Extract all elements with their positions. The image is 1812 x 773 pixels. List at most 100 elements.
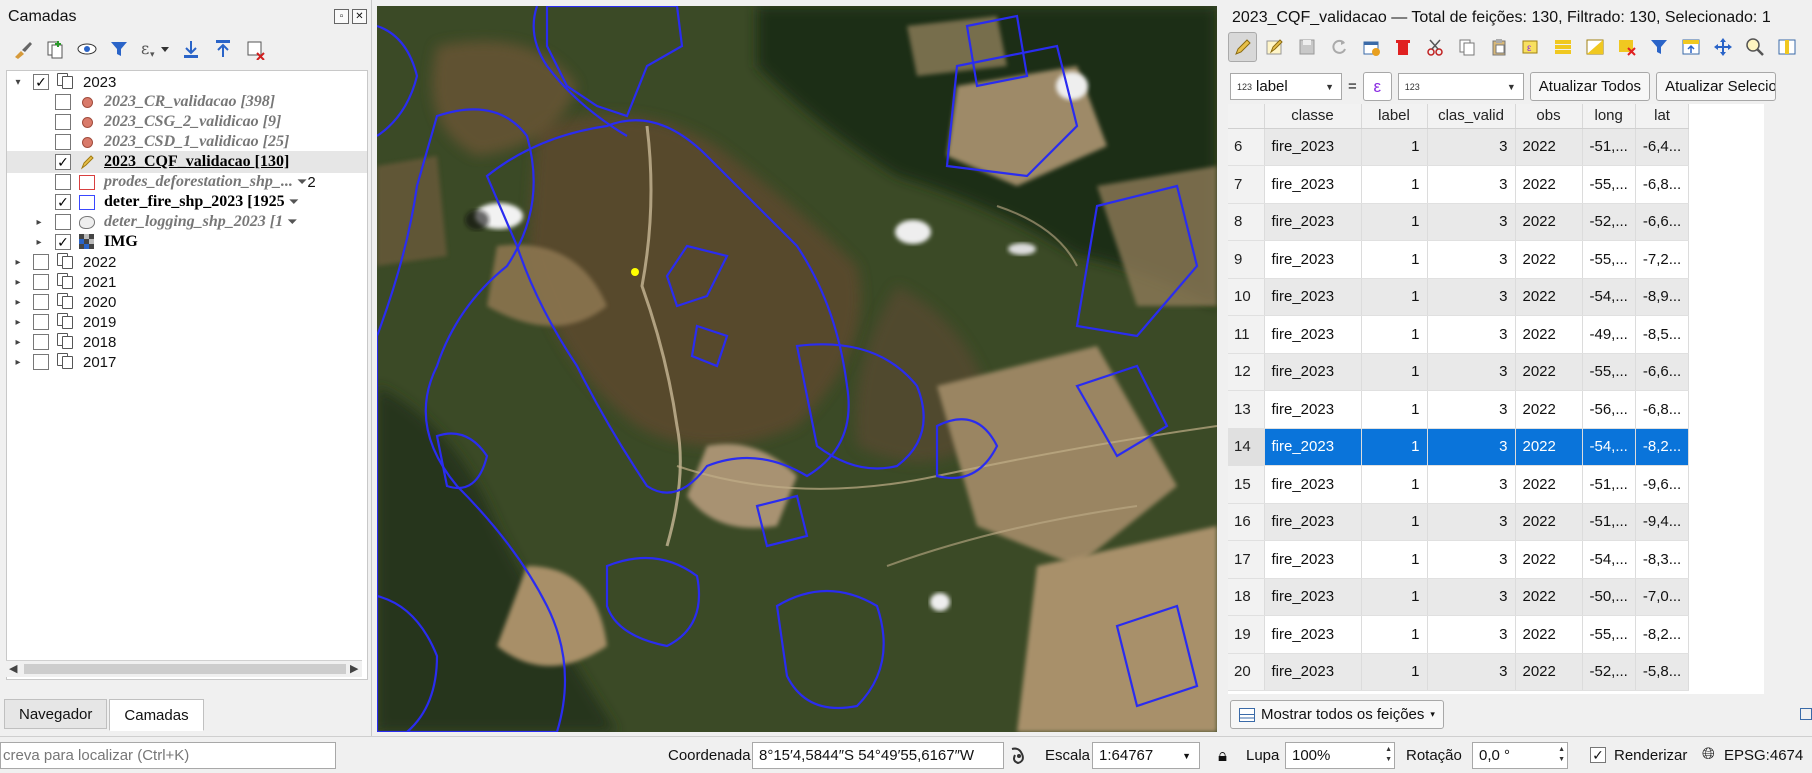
- cell-classe[interactable]: fire_2023: [1264, 653, 1362, 691]
- cell-classe[interactable]: fire_2023: [1264, 203, 1362, 241]
- layer-checkbox[interactable]: [55, 114, 71, 130]
- cell-clas-valid[interactable]: 3: [1427, 503, 1516, 541]
- cell-classe[interactable]: fire_2023: [1264, 353, 1362, 391]
- rotation-spinbox[interactable]: 0,0 ° ▲ ▼: [1472, 742, 1568, 769]
- cell-long[interactable]: -50,...: [1582, 578, 1636, 616]
- layer-checkbox[interactable]: ✓: [55, 194, 71, 210]
- lock-scale-icon[interactable]: 🔒︎: [1218, 746, 1227, 766]
- expression-builder-icon[interactable]: ε: [1362, 72, 1392, 101]
- cell-classe[interactable]: fire_2023: [1264, 465, 1362, 504]
- pan-to-selection-icon[interactable]: [1708, 32, 1737, 62]
- cell-clas-valid[interactable]: 3: [1427, 240, 1516, 279]
- table-row[interactable]: 11 fire_2023 1 3 2022 -49,... -8,5...: [1228, 315, 1690, 354]
- cell-classe[interactable]: fire_2023: [1264, 615, 1362, 654]
- layer-checkbox[interactable]: [33, 274, 49, 290]
- column-header-obs[interactable]: obs: [1515, 104, 1583, 129]
- dock-table-icon[interactable]: [1800, 708, 1812, 720]
- filter-expression-icon[interactable]: ε ▾: [138, 36, 172, 62]
- cell-obs[interactable]: 2022: [1515, 165, 1583, 204]
- cell-clas-valid[interactable]: 3: [1427, 165, 1516, 204]
- cell-classe[interactable]: fire_2023: [1264, 165, 1362, 204]
- column-header-long[interactable]: long: [1582, 104, 1636, 129]
- cell-lat[interactable]: -9,4...: [1635, 503, 1690, 541]
- table-row[interactable]: 13 fire_2023 1 3 2022 -56,... -6,8...: [1228, 390, 1690, 429]
- cell-long[interactable]: -55,...: [1582, 240, 1636, 279]
- cell-classe[interactable]: fire_2023: [1264, 315, 1362, 354]
- cell-label[interactable]: 1: [1361, 128, 1428, 166]
- tree-group-2023[interactable]: ▾ ✓ 2023: [11, 71, 367, 93]
- scroll-left-icon[interactable]: ◀: [9, 662, 17, 675]
- visibility-eye-icon[interactable]: [74, 36, 100, 62]
- layer-checkbox[interactable]: ✓: [33, 74, 49, 90]
- cell-obs[interactable]: 2022: [1515, 578, 1583, 616]
- coordinate-input[interactable]: 8°15′4,5844″S 54°49′55,6167″W: [752, 742, 1004, 769]
- filter-select-icon[interactable]: [1644, 32, 1673, 62]
- cell-long[interactable]: -49,...: [1582, 315, 1636, 354]
- cell-label[interactable]: 1: [1361, 578, 1428, 616]
- cell-lat[interactable]: -6,4...: [1635, 128, 1690, 166]
- scale-combo[interactable]: 1:64767 ▼: [1092, 742, 1200, 769]
- cell-clas-valid[interactable]: 3: [1427, 315, 1516, 354]
- table-row[interactable]: 7 fire_2023 1 3 2022 -55,... -6,8...: [1228, 165, 1690, 204]
- expand-chevron-icon[interactable]: ▸: [11, 257, 25, 268]
- render-checkbox[interactable]: ✓: [1590, 747, 1606, 763]
- cell-lat[interactable]: -6,8...: [1635, 165, 1690, 204]
- table-row[interactable]: 16 fire_2023 1 3 2022 -51,... -9,4...: [1228, 503, 1690, 541]
- cell-label[interactable]: 1: [1361, 278, 1428, 316]
- row-number[interactable]: 10: [1228, 278, 1265, 316]
- expand-chevron-icon[interactable]: ▸: [11, 317, 25, 328]
- cell-clas-valid[interactable]: 3: [1427, 390, 1516, 429]
- row-number[interactable]: 20: [1228, 653, 1265, 691]
- crs-globe-icon[interactable]: 🌐︎: [1702, 746, 1715, 764]
- multi-edit-icon[interactable]: [1260, 32, 1289, 62]
- cell-long[interactable]: -55,...: [1582, 615, 1636, 654]
- tree-layer-csd[interactable]: 2023_CSD_1_validicao [25]: [55, 131, 289, 153]
- cell-long[interactable]: -51,...: [1582, 503, 1636, 541]
- row-number[interactable]: 8: [1228, 203, 1265, 241]
- magnifier-spinbox[interactable]: 100% ▲ ▼: [1285, 742, 1395, 769]
- cell-obs[interactable]: 2022: [1515, 615, 1583, 654]
- cell-label[interactable]: 1: [1361, 615, 1428, 654]
- zoom-to-selection-icon[interactable]: [1740, 32, 1769, 62]
- cell-lat[interactable]: -6,6...: [1635, 353, 1690, 391]
- cell-label[interactable]: 1: [1361, 390, 1428, 429]
- show-all-features-button[interactable]: Mostrar todos os feições ▾: [1230, 700, 1444, 729]
- row-number[interactable]: 17: [1228, 540, 1265, 579]
- cell-clas-valid[interactable]: 3: [1427, 465, 1516, 504]
- new-field-icon[interactable]: [1772, 32, 1801, 62]
- tree-group-2022[interactable]: ▸ 2022: [11, 251, 116, 273]
- style-brush-icon[interactable]: [10, 36, 36, 62]
- tree-group-2017[interactable]: ▸ 2017: [11, 351, 116, 373]
- cell-label[interactable]: 1: [1361, 165, 1428, 204]
- row-number[interactable]: 16: [1228, 503, 1265, 541]
- crs-label[interactable]: EPSG:4674: [1724, 747, 1803, 764]
- deselect-all-icon[interactable]: [1612, 32, 1641, 62]
- select-by-expression-icon[interactable]: ε: [1516, 32, 1545, 62]
- expand-chevron-icon[interactable]: ▸: [11, 337, 25, 348]
- float-panel-icon[interactable]: ▫: [334, 9, 349, 24]
- row-number[interactable]: 14: [1228, 428, 1265, 466]
- cell-classe[interactable]: fire_2023: [1264, 540, 1362, 579]
- table-row[interactable]: 10 fire_2023 1 3 2022 -54,... -8,9...: [1228, 278, 1690, 316]
- cell-long[interactable]: -54,...: [1582, 428, 1636, 466]
- table-row[interactable]: 19 fire_2023 1 3 2022 -55,... -8,2...: [1228, 615, 1690, 654]
- tree-layer-deter-fire[interactable]: ✓ deter_fire_shp_2023 [1925 ⏷: [55, 191, 299, 213]
- row-number[interactable]: 19: [1228, 615, 1265, 654]
- cell-obs[interactable]: 2022: [1515, 128, 1583, 166]
- row-number[interactable]: 7: [1228, 165, 1265, 204]
- cell-classe[interactable]: fire_2023: [1264, 503, 1362, 541]
- layer-checkbox[interactable]: [33, 334, 49, 350]
- cell-obs[interactable]: 2022: [1515, 278, 1583, 316]
- toggle-editing-icon[interactable]: [1228, 32, 1257, 62]
- expand-chevron-icon[interactable]: ▸: [32, 237, 46, 248]
- cell-lat[interactable]: -6,8...: [1635, 390, 1690, 429]
- cell-long[interactable]: -56,...: [1582, 390, 1636, 429]
- cell-obs[interactable]: 2022: [1515, 390, 1583, 429]
- tree-group-2019[interactable]: ▸ 2019: [11, 311, 116, 333]
- tree-layer-prodes[interactable]: prodes_deforestation_shp_... ⏷ 2: [55, 171, 316, 193]
- table-row[interactable]: 6 fire_2023 1 3 2022 -51,... -6,4...: [1228, 128, 1690, 166]
- layer-checkbox[interactable]: [55, 174, 71, 190]
- tree-layer-cr[interactable]: 2023_CR_validacao [398]: [55, 91, 275, 113]
- tree-group-2020[interactable]: ▸ 2020: [11, 291, 116, 313]
- tree-layer-img[interactable]: ▸ ✓ IMG: [32, 231, 138, 253]
